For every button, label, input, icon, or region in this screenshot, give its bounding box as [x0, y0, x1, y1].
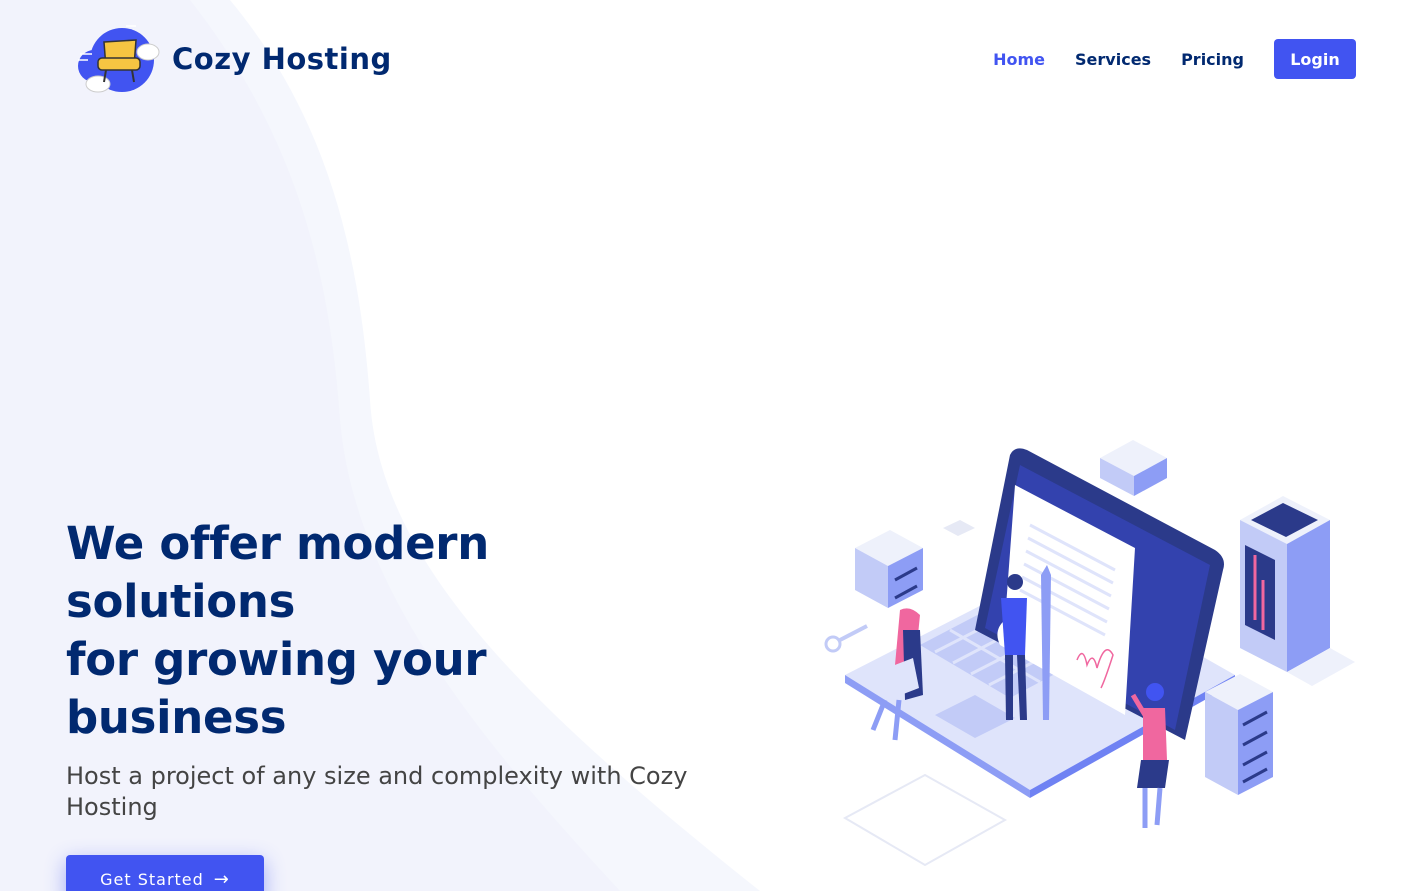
hero-title-line-1: We offer modern solutions: [66, 517, 489, 628]
get-started-label: Get Started: [100, 869, 204, 889]
main-nav: Home Services Pricing Login: [993, 39, 1356, 79]
site-header: Cozy Hosting Home Services Pricing Login: [0, 0, 1422, 118]
nav-pricing[interactable]: Pricing: [1181, 50, 1244, 69]
hero-illustration: [824, 440, 1355, 867]
hero-title: We offer modern solutions for growing yo…: [66, 515, 706, 747]
brand-name: Cozy Hosting: [172, 42, 392, 76]
hero-subtitle: Host a project of any size and complexit…: [66, 762, 688, 821]
cloud-armchair-logo-icon: [78, 25, 160, 93]
login-button[interactable]: Login: [1274, 39, 1356, 79]
nav-home[interactable]: Home: [993, 50, 1045, 69]
arrow-right-icon: →: [213, 868, 230, 890]
hero-section: We offer modern solutions for growing yo…: [66, 515, 706, 891]
nav-services[interactable]: Services: [1075, 50, 1151, 69]
hero-title-line-2: for growing your business: [66, 633, 487, 744]
get-started-button[interactable]: Get Started →: [66, 855, 264, 891]
brand-logo[interactable]: Cozy Hosting: [74, 22, 392, 96]
